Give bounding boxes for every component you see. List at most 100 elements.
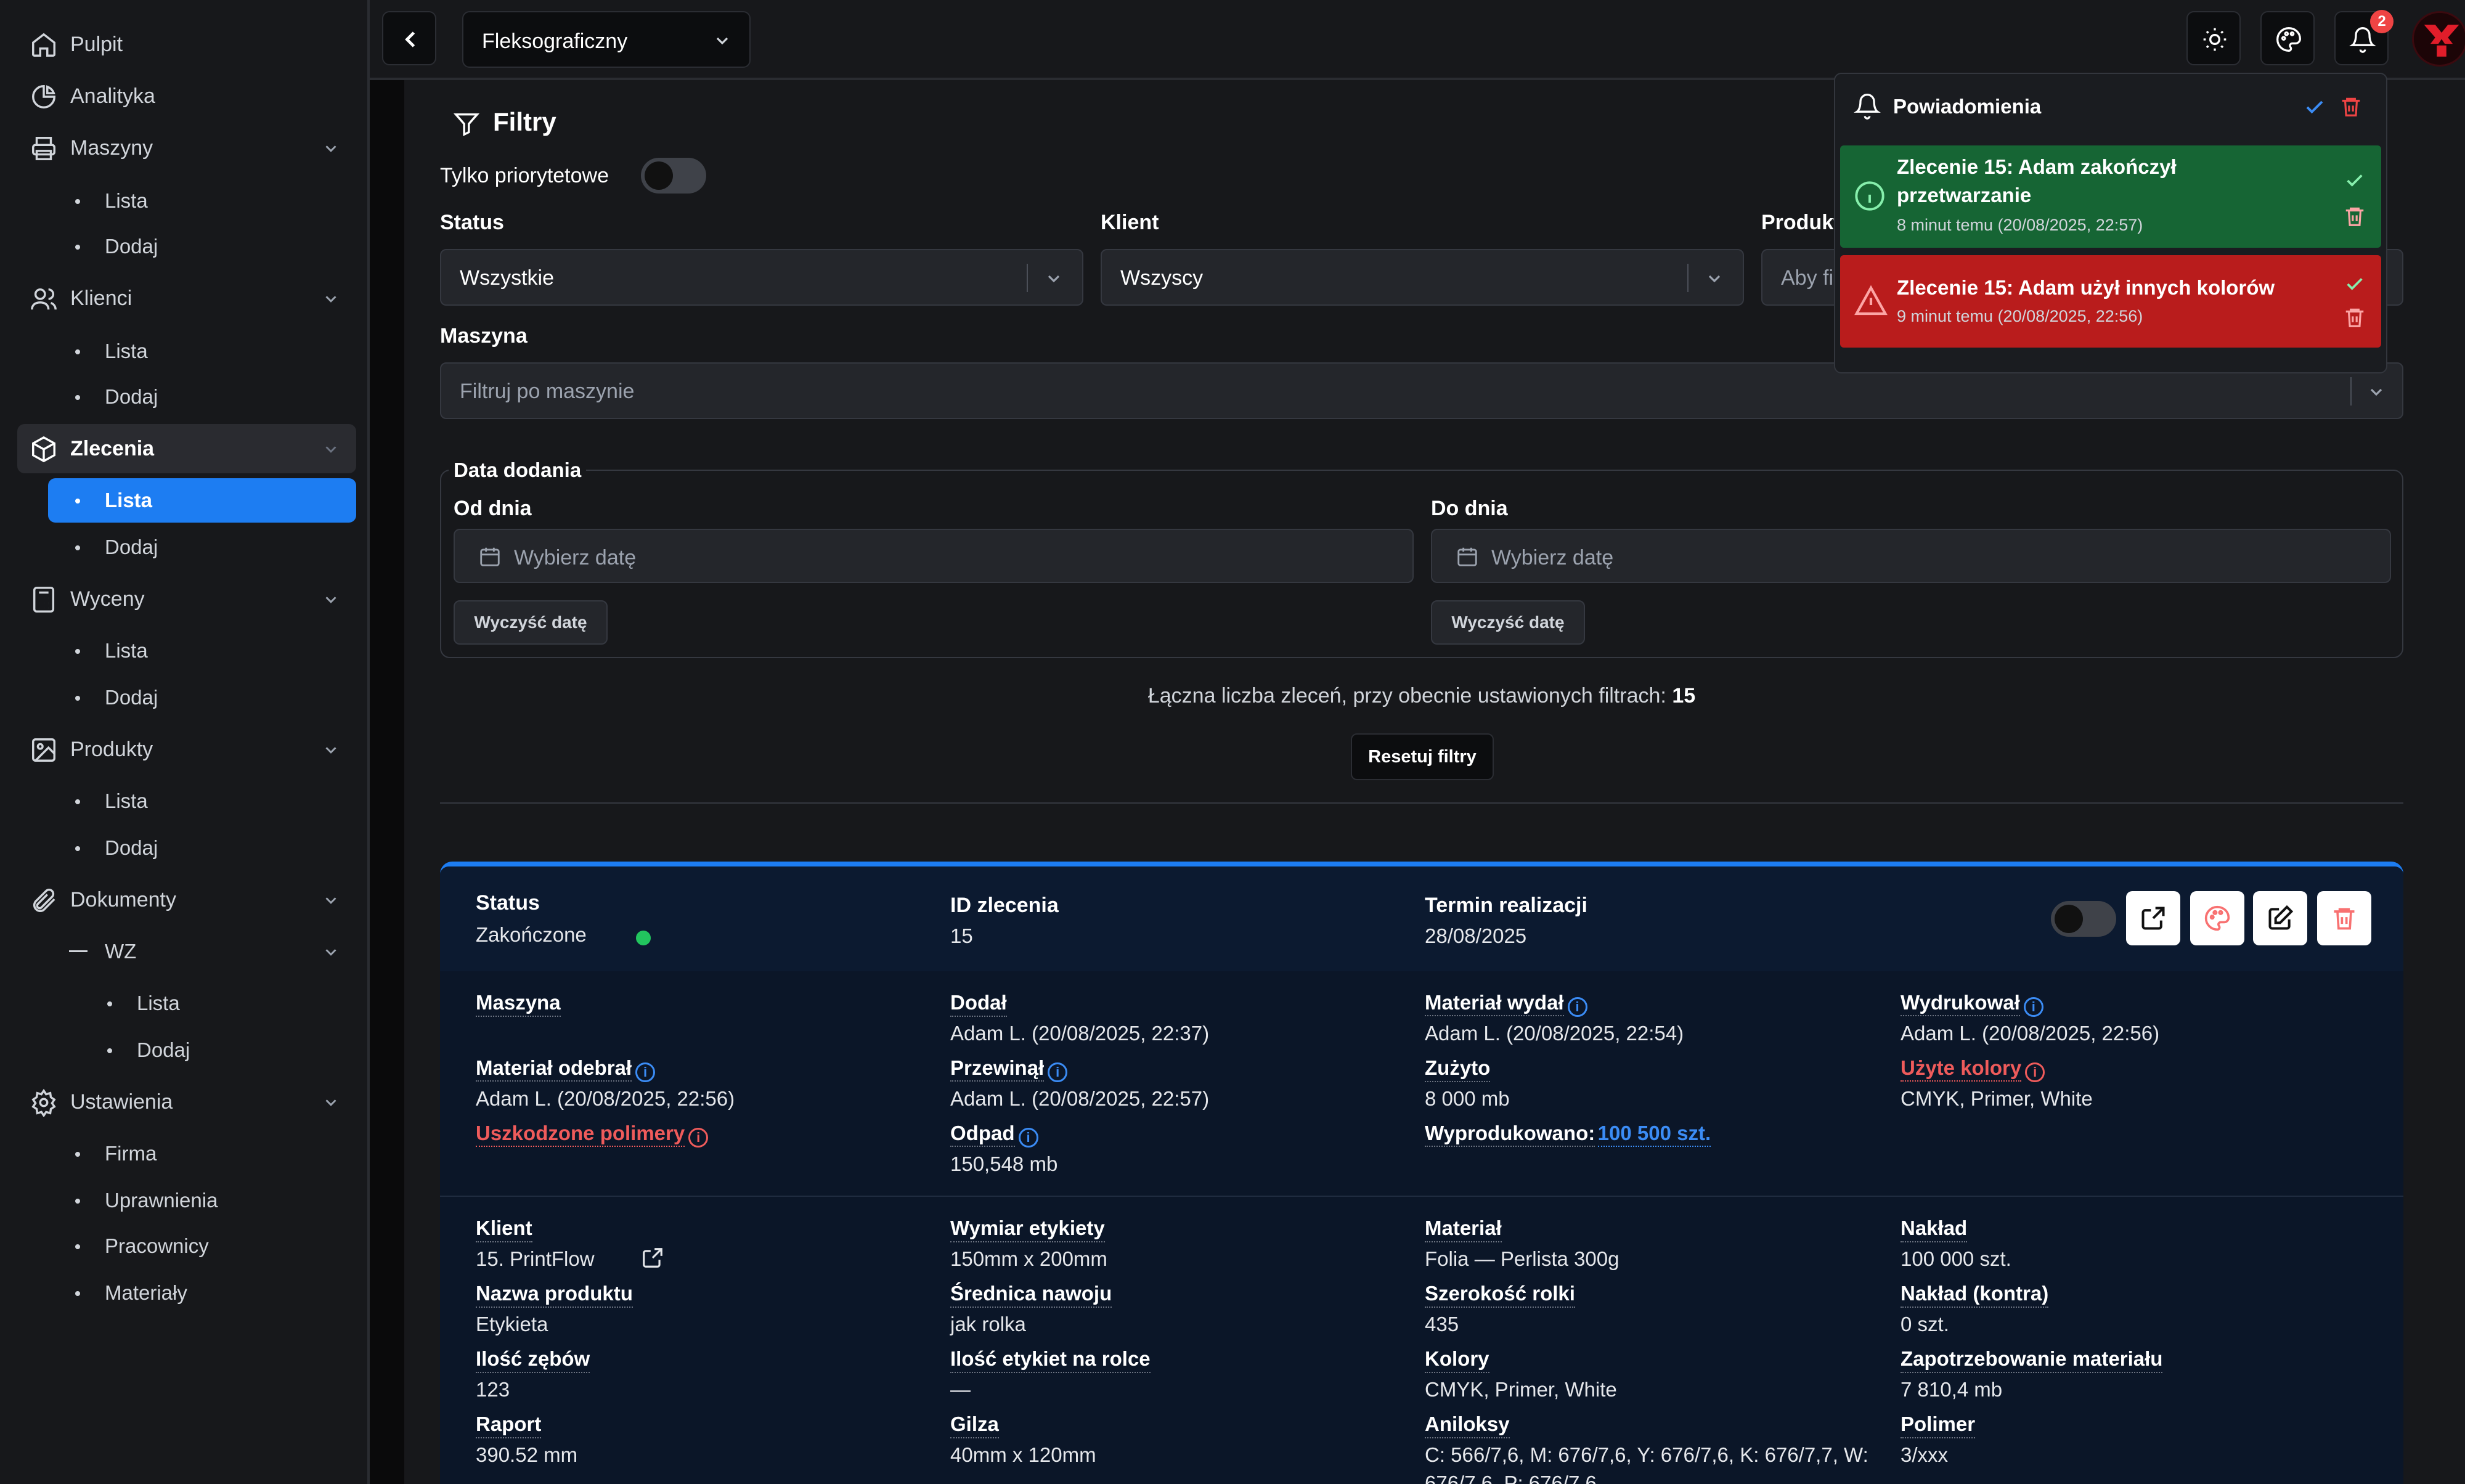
notification-item-error[interactable]: Zlecenie 15: Adam użył innych kolorów 9 …	[1840, 255, 2381, 348]
mark-all-read-icon[interactable]	[2304, 96, 2326, 118]
filters-title: Filtry	[493, 107, 556, 136]
wind-diameter-value: jak rolka	[950, 1313, 1026, 1335]
order-card: Status Zakończone ID zlecenia 15 Termin …	[440, 862, 2403, 1484]
sidebar-item-klienci[interactable]: Klienci	[17, 274, 356, 323]
avatar[interactable]	[2412, 11, 2465, 67]
image-icon	[32, 738, 55, 762]
sidebar-subitem-wz-dodaj[interactable]: Dodaj	[80, 1028, 356, 1072]
sidebar-item-dokumenty[interactable]: Dokumenty	[17, 875, 356, 924]
wind-diameter-label: Średnica nawoju	[950, 1282, 1112, 1308]
rewound-field: Przewinął i	[950, 1056, 1068, 1082]
order-priority-toggle[interactable]	[2051, 901, 2116, 937]
info-icon[interactable]: i	[1018, 1127, 1038, 1148]
waste-field: Odpad i	[950, 1122, 1038, 1148]
sidebar-subitem-klienci-lista[interactable]: Lista	[48, 329, 356, 373]
colors-value: CMYK, Primer, White	[1425, 1378, 1617, 1401]
sidebar-subitem-produkty-dodaj[interactable]: Dodaj	[48, 826, 356, 870]
report-label: Raport	[476, 1413, 542, 1438]
edit-order-button[interactable]	[2253, 891, 2307, 945]
material-issued-value: Adam L. (20/08/2025, 22:54)	[1425, 1022, 1684, 1045]
sidebar-subitem-materialy[interactable]: Materiały	[48, 1271, 356, 1315]
from-date-input[interactable]: Wybierz datę	[454, 529, 1414, 583]
sidebar-subitem-wz-lista[interactable]: Lista	[80, 981, 356, 1025]
palette-icon	[2204, 905, 2230, 931]
warning-triangle-icon	[1854, 285, 1888, 316]
sidebar-item-ustawienia[interactable]: Ustawienia	[17, 1077, 356, 1127]
status-select[interactable]: Wszystkie	[440, 249, 1083, 306]
sidebar-item-analityka[interactable]: Analityka	[17, 71, 356, 121]
used-colors-label: Użyte kolory	[1901, 1056, 2022, 1082]
notification-title: Zlecenie 15: Adam użył innych kolorów	[1897, 276, 2275, 299]
anilox-value-line-1: C: 566/7,6, M: 676/7,6, Y: 676/7,6, K: 6…	[1425, 1443, 1868, 1466]
sidebar-subitem-klienci-dodaj[interactable]: Dodaj	[48, 375, 356, 419]
client-select[interactable]: Wszyscy	[1101, 249, 1744, 306]
run-label: Nakład	[1901, 1217, 1968, 1242]
sidebar-subitem-wyceny-lista[interactable]: Lista	[48, 629, 356, 673]
priority-toggle[interactable]	[641, 158, 706, 194]
chevron-down-icon	[325, 145, 336, 152]
info-icon[interactable]: i	[2025, 1062, 2045, 1082]
sidebar-subitem-label: Dodaj	[105, 836, 158, 859]
module-select[interactable]: Fleksograficzny	[462, 11, 751, 68]
chevron-down-icon	[716, 37, 728, 45]
delete-order-button[interactable]	[2317, 891, 2371, 945]
calendar-icon	[480, 547, 500, 566]
printer-icon	[32, 137, 55, 160]
sidebar-item-pulpit[interactable]: Pulpit	[17, 20, 356, 69]
sidebar-item-zlecenia[interactable]: Zlecenia	[17, 424, 356, 473]
sidebar-subitem-pracownicy[interactable]: Pracownicy	[48, 1224, 356, 1268]
material-issued-field: Materiał wydał i	[1425, 991, 1587, 1017]
clear-to-date-button[interactable]: Wyczyść datę	[1431, 600, 1585, 645]
paperclip-icon	[33, 889, 55, 912]
info-icon[interactable]: i	[1048, 1062, 1068, 1082]
teeth-value: 123	[476, 1378, 510, 1401]
chevron-down-icon	[2370, 388, 2382, 396]
sidebar-subitem-maszyny-dodaj[interactable]: Dodaj	[48, 224, 356, 269]
info-icon[interactable]: i	[1567, 997, 1587, 1017]
damaged-polymers-field: Uszkodzone polimery i	[476, 1122, 709, 1148]
palette-button[interactable]	[2260, 11, 2315, 65]
sidebar-subitem-maszyny-lista[interactable]: Lista	[48, 179, 356, 223]
order-status-value: Zakończone	[476, 923, 587, 946]
notification-item-success[interactable]: Zlecenie 15: Adam zakończył przetwarzani…	[1840, 145, 2381, 248]
status-dot	[636, 931, 651, 945]
chevron-down-icon	[325, 897, 336, 904]
back-button[interactable]	[382, 11, 436, 65]
material-demand-label: Zapotrzebowanie materiału	[1901, 1347, 2163, 1373]
sidebar-item-maszyny[interactable]: Maszyny	[17, 123, 356, 173]
sun-icon	[2203, 28, 2227, 51]
sidebar-subitem-wyceny-dodaj[interactable]: Dodaj	[48, 675, 356, 720]
sidebar-item-wz[interactable]: WZ	[48, 929, 356, 974]
client-value: 15. PrintFlow	[476, 1247, 595, 1270]
order-deadline-label: Termin realizacji	[1425, 894, 1587, 917]
filter-icon	[453, 113, 480, 137]
info-icon[interactable]: i	[688, 1127, 709, 1148]
theme-toggle-button[interactable]	[2186, 11, 2241, 65]
clear-from-date-button[interactable]: Wyczyść datę	[454, 600, 608, 645]
sidebar-subitem-produkty-lista[interactable]: Lista	[48, 779, 356, 823]
sidebar-item-produkty[interactable]: Produkty	[17, 725, 356, 774]
colors-button[interactable]	[2190, 891, 2244, 945]
sidebar-subitem-label: WZ	[105, 940, 137, 963]
sidebar-subitem-firma[interactable]: Firma	[48, 1131, 356, 1176]
trash-icon[interactable]	[2339, 95, 2363, 118]
check-icon[interactable]	[2344, 274, 2365, 295]
info-icon[interactable]: i	[2023, 997, 2043, 1017]
calendar-icon	[1457, 547, 1477, 566]
reset-filters-button[interactable]: Resetuj filtry	[1351, 733, 1494, 780]
produced-value: 100 500 szt.	[1597, 1122, 1711, 1147]
check-icon[interactable]	[2344, 170, 2365, 191]
trash-icon	[2334, 908, 2355, 930]
sidebar-subitem-uprawnienia[interactable]: Uprawnienia	[48, 1178, 356, 1223]
info-icon[interactable]: i	[635, 1062, 656, 1082]
open-order-button[interactable]	[2126, 891, 2180, 945]
notifications-button[interactable]: 2	[2334, 10, 2394, 65]
trash-icon[interactable]	[2343, 205, 2366, 228]
trash-icon[interactable]	[2343, 306, 2366, 329]
external-link-icon[interactable]	[641, 1246, 664, 1270]
to-date-input[interactable]: Wybierz datę	[1431, 529, 2391, 583]
sidebar-subitem-zlecenia-dodaj[interactable]: Dodaj	[48, 525, 356, 569]
sidebar-subitem-zlecenia-lista[interactable]: Lista	[48, 478, 356, 523]
users-icon	[31, 288, 57, 310]
sidebar-item-wyceny[interactable]: Wyceny	[17, 574, 356, 624]
